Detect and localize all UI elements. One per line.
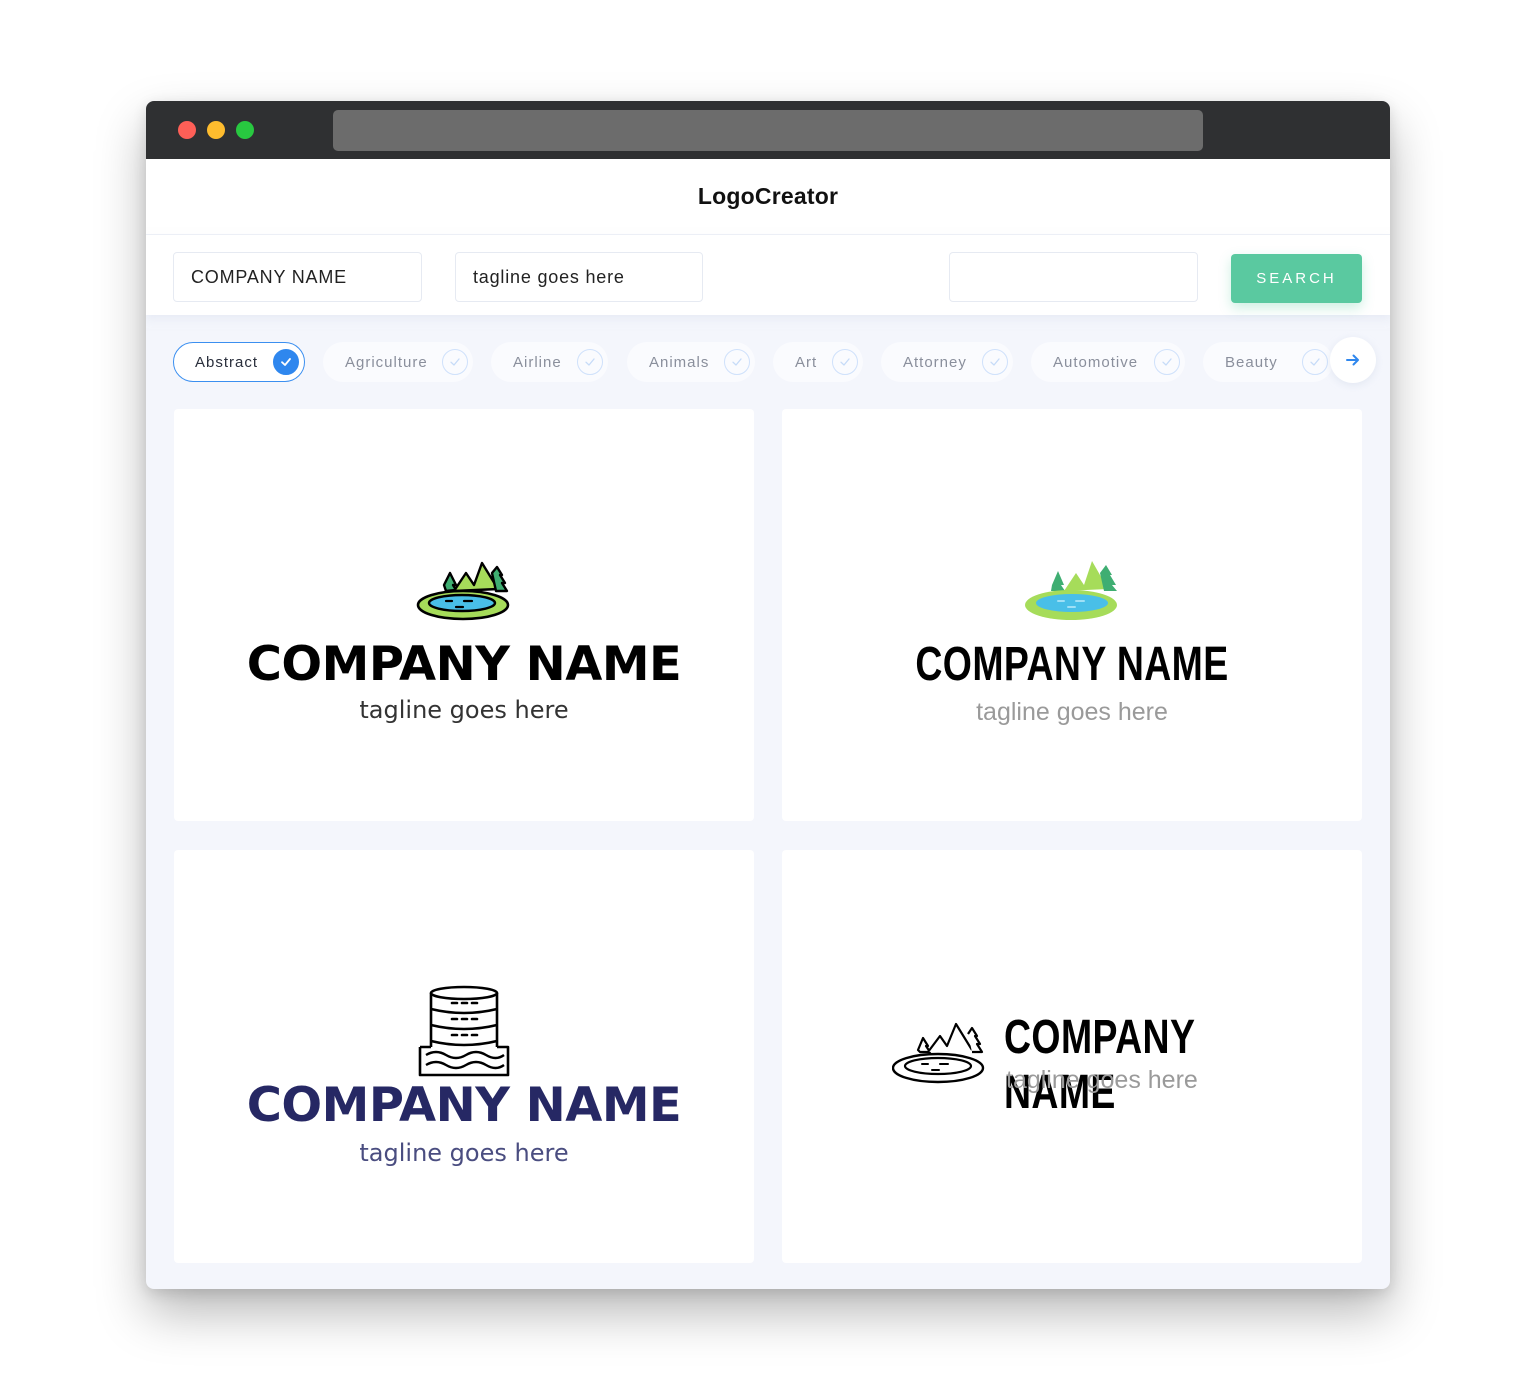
scroll-categories-next-button[interactable] xyxy=(1330,337,1376,383)
maximize-window-button[interactable] xyxy=(236,121,254,139)
category-chip-label: Agriculture xyxy=(345,353,428,371)
logo-card[interactable]: COMPANY NAME tagline goes here xyxy=(174,409,754,821)
close-window-button[interactable] xyxy=(178,121,196,139)
browser-titlebar xyxy=(146,101,1390,159)
check-icon xyxy=(577,349,603,375)
logo-tagline: tagline goes here xyxy=(359,1139,569,1167)
lake-forest-color-outline-icon xyxy=(416,561,510,621)
logo-tagline: tagline goes here xyxy=(976,698,1168,726)
category-chip-label: Art xyxy=(795,353,818,371)
check-icon xyxy=(832,349,858,375)
check-icon xyxy=(1154,349,1180,375)
check-icon xyxy=(724,349,750,375)
keyword-input[interactable] xyxy=(949,252,1198,302)
category-chip-label: Airline xyxy=(513,353,562,371)
logo-company-name: COMPANY NAME xyxy=(246,1078,682,1133)
arrow-right-icon xyxy=(1346,354,1359,366)
logo-company-name: COMPANY NAME xyxy=(915,638,1229,691)
check-icon xyxy=(1302,349,1328,375)
category-chip-beauty[interactable]: Beauty xyxy=(1203,342,1333,382)
category-chip-label: Beauty xyxy=(1225,353,1278,371)
check-icon xyxy=(442,349,468,375)
category-filter-bar: Abstract Agriculture Airline Animals Art xyxy=(173,337,1376,383)
logo-tagline: tagline goes here xyxy=(359,696,569,724)
lake-forest-flat-icon xyxy=(1025,561,1117,620)
logo-card[interactable]: COMPANY NAME tagline goes here xyxy=(782,850,1362,1263)
browser-window: LogoCreator COMPANY NAME tagline goes he… xyxy=(146,101,1390,1289)
search-button[interactable]: SEARCH xyxy=(1231,254,1362,303)
logo-tagline: tagline goes here xyxy=(1006,1066,1198,1094)
lake-forest-line-icon xyxy=(892,1022,985,1084)
logo-card[interactable]: COMPANY NAME tagline goes here xyxy=(782,409,1362,821)
water-tank-line-icon xyxy=(418,985,510,1077)
company-name-input[interactable]: COMPANY NAME xyxy=(173,252,422,302)
search-row: COMPANY NAME tagline goes here SEARCH xyxy=(146,235,1390,315)
address-bar[interactable] xyxy=(333,110,1203,151)
check-icon xyxy=(273,349,299,375)
minimize-window-button[interactable] xyxy=(207,121,225,139)
category-chip-animals[interactable]: Animals xyxy=(627,342,755,382)
logo-company-name: COMPANY NAME xyxy=(246,637,682,692)
category-chip-airline[interactable]: Airline xyxy=(491,342,608,382)
logo-card[interactable]: COMPANY NAME tagline goes here xyxy=(174,850,754,1263)
category-chip-label: Attorney xyxy=(903,353,967,371)
category-chip-art[interactable]: Art xyxy=(773,342,863,382)
category-chip-label: Abstract xyxy=(195,353,259,371)
tagline-input[interactable]: tagline goes here xyxy=(455,252,703,302)
category-chip-attorney[interactable]: Attorney xyxy=(881,342,1013,382)
category-chip-agriculture[interactable]: Agriculture xyxy=(323,342,473,382)
app-header: LogoCreator xyxy=(146,159,1390,235)
category-chip-label: Animals xyxy=(649,353,710,371)
category-chip-label: Automotive xyxy=(1053,353,1139,371)
logo-company-name: COMPANY NAME xyxy=(1004,1011,1195,1119)
category-chip-abstract[interactable]: Abstract xyxy=(173,342,305,382)
check-icon xyxy=(982,349,1008,375)
app-title: LogoCreator xyxy=(697,183,839,209)
category-chip-automotive[interactable]: Automotive xyxy=(1031,342,1185,382)
